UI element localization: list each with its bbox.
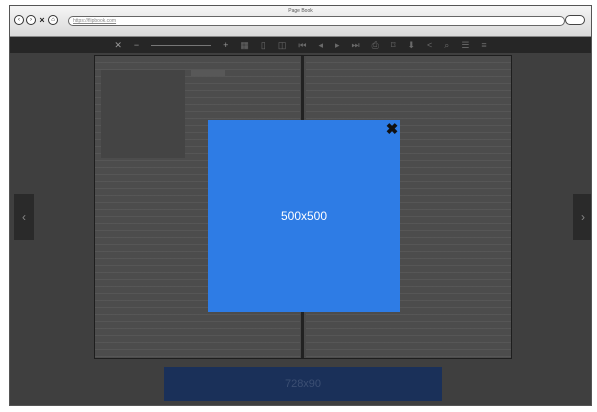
ad-modal[interactable]: 500x500 ✖: [208, 120, 400, 312]
address-bar[interactable]: https://flipbook.com: [68, 16, 565, 26]
browser-window: Page Book ‹ › × ⌂ https://flipbook.com ✕…: [9, 5, 592, 406]
single-page-icon[interactable]: ▯: [261, 37, 266, 53]
double-page-icon[interactable]: ◫: [278, 37, 287, 53]
banner-ad[interactable]: 728x90: [164, 367, 442, 401]
menu-icon[interactable]: ≡: [481, 37, 486, 53]
next-page-icon[interactable]: ▸: [335, 37, 340, 53]
last-page-icon[interactable]: ⏭: [352, 37, 360, 53]
download-icon[interactable]: ⬇: [407, 37, 415, 53]
list-icon[interactable]: ☰: [461, 37, 469, 53]
banner-ad-label: 728x90: [284, 378, 322, 390]
ad-modal-label: 500x500: [280, 209, 328, 223]
browser-menu-button[interactable]: [565, 15, 585, 25]
fullscreen-icon[interactable]: ✕: [114, 37, 122, 53]
zoom-slider[interactable]: [151, 44, 212, 46]
prev-page-icon[interactable]: ◂: [318, 37, 323, 53]
zoom-in-icon[interactable]: +: [223, 37, 228, 53]
zoom-out-icon[interactable]: −: [134, 37, 139, 53]
thumbnails-icon[interactable]: ▦: [240, 37, 249, 53]
page-heading: [191, 70, 225, 76]
stop-icon[interactable]: ×: [38, 15, 46, 25]
page-image: [101, 70, 185, 158]
search-icon[interactable]: ⌕: [444, 37, 449, 53]
first-page-icon[interactable]: ⏮: [298, 37, 306, 53]
nav-buttons: ‹ › × ⌂: [14, 15, 58, 25]
next-page-arrow-icon[interactable]: ›: [573, 194, 591, 240]
address-url: https://flipbook.com: [73, 18, 117, 24]
prev-page-arrow-icon[interactable]: ‹: [14, 194, 34, 240]
forward-button-icon[interactable]: ›: [26, 15, 36, 25]
viewer-toolbar: ✕ − + ▦ ▯ ◫ ⏮ ◂ ▸ ⏭ ⎙ ⌑ ⬇ < ⌕ ☰ ≡: [10, 37, 591, 53]
window-title: Page Book: [288, 8, 313, 14]
share-icon[interactable]: <: [427, 37, 432, 53]
browser-chrome: Page Book ‹ › × ⌂ https://flipbook.com: [10, 6, 591, 37]
back-button-icon[interactable]: ‹: [14, 15, 24, 25]
bookmark-icon[interactable]: ⌑: [391, 37, 396, 53]
print-icon[interactable]: ⎙: [372, 37, 379, 53]
close-icon[interactable]: ✖: [385, 122, 399, 137]
home-icon[interactable]: ⌂: [48, 15, 58, 25]
